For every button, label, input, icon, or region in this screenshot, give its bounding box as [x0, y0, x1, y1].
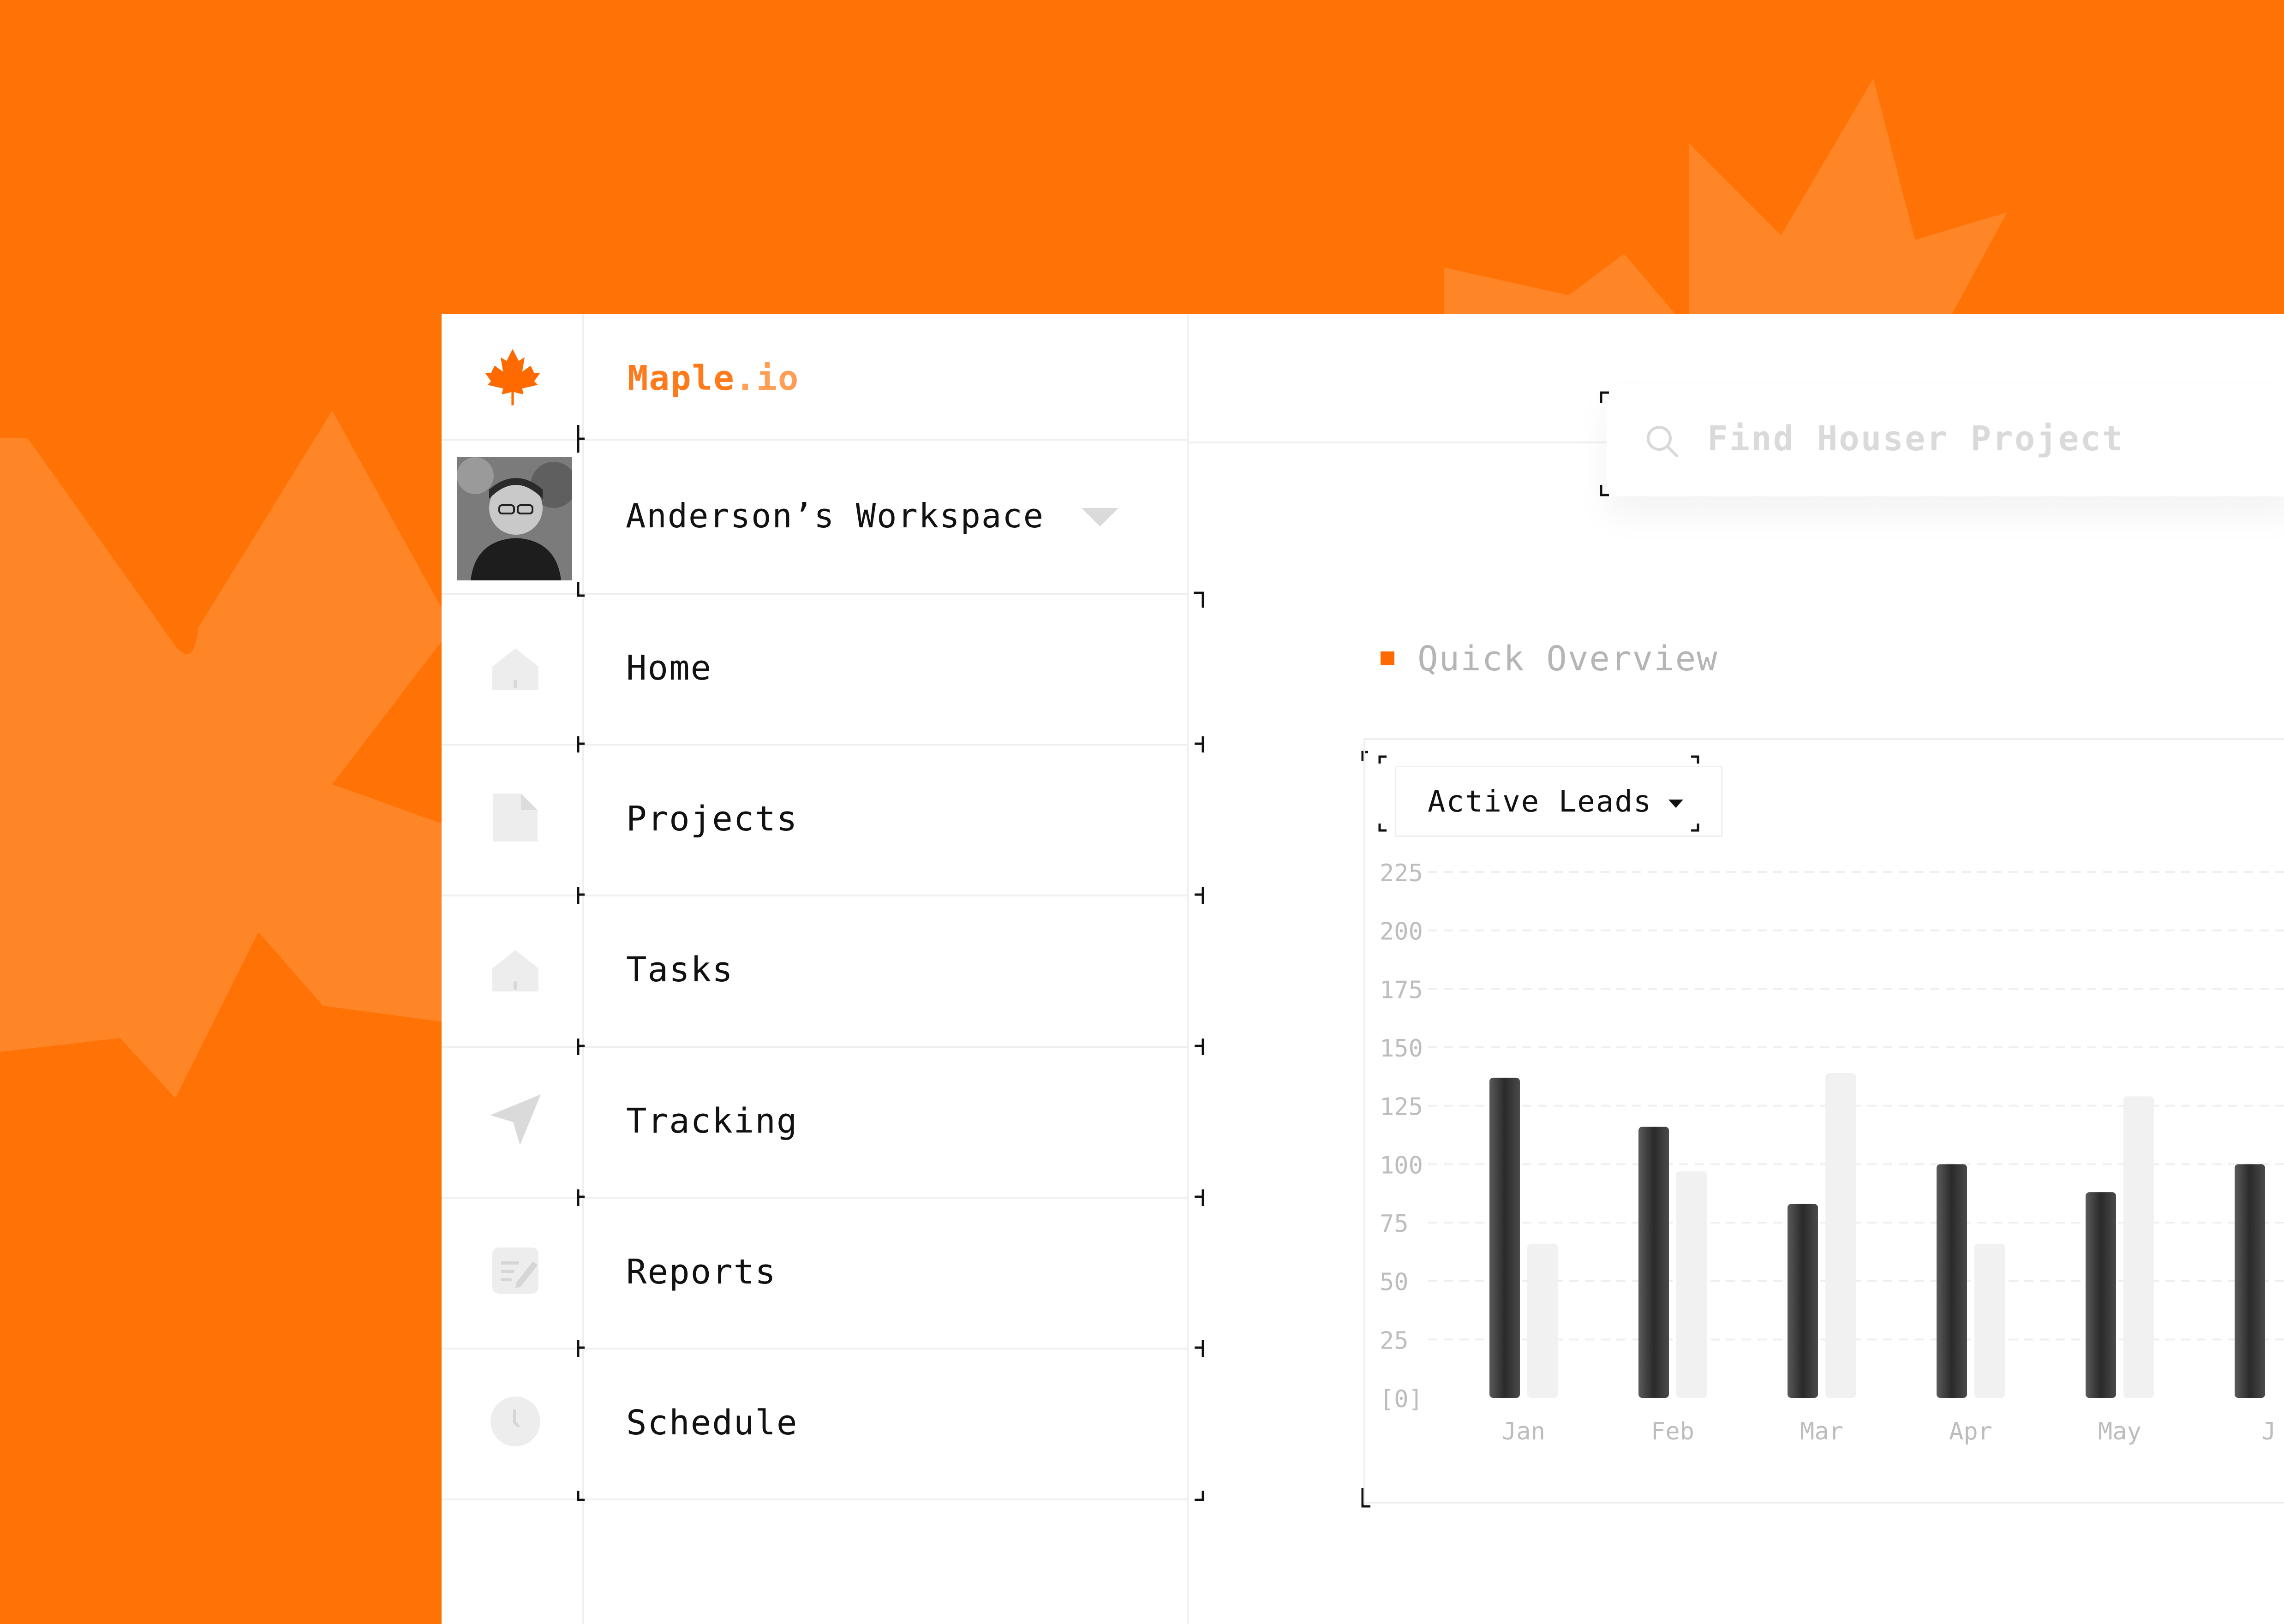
y-tick-label: [0]	[1380, 1385, 1423, 1413]
search-bar[interactable]: Find Houser Project	[1607, 386, 2284, 496]
x-tick-label: May	[2098, 1418, 2141, 1445]
section-title: Quick Overview	[1417, 639, 1718, 679]
y-tick-label: 125	[1380, 1093, 1423, 1121]
y-tick-label: 50	[1380, 1269, 1409, 1296]
maple-leaf-background-icon	[0, 411, 461, 1098]
y-tick-label: 200	[1380, 918, 1423, 946]
bar-dark	[1937, 1164, 1967, 1398]
search-corner-markers	[1600, 391, 1609, 496]
y-tick-label: 150	[1380, 1035, 1423, 1063]
bar-dark	[2235, 1164, 2265, 1398]
x-tick-label: Mar	[1800, 1418, 1843, 1445]
search-input[interactable]: Find Houser Project	[1707, 419, 2124, 459]
active-leads-chart: [0] 25 50 75 100 125 150 175 200 225 Jan Feb Mar Apr…	[1380, 860, 2284, 1445]
bar-light	[1974, 1243, 2005, 1398]
search-icon	[1647, 426, 1678, 457]
y-tick-label: 100	[1380, 1152, 1423, 1179]
bar-dark	[2086, 1192, 2116, 1398]
x-tick-label: Jan	[1502, 1418, 1545, 1445]
bar-dark	[1489, 1077, 1520, 1398]
x-tick-label: Feb	[1651, 1418, 1694, 1445]
bar-light	[1825, 1073, 1856, 1398]
y-tick-label: 25	[1380, 1327, 1409, 1355]
bar-dark	[1788, 1204, 1818, 1398]
bar-light	[1527, 1243, 1558, 1398]
x-tick-label: Apr	[1949, 1418, 1992, 1445]
x-tick-label: J	[2261, 1418, 2276, 1445]
y-tick-label: 75	[1380, 1210, 1409, 1238]
y-tick-label: 175	[1380, 976, 1423, 1004]
bar-dark	[1638, 1127, 1669, 1398]
bar-light	[1676, 1171, 1707, 1398]
bar-light	[2123, 1096, 2154, 1398]
chart-corner-markers	[1361, 751, 1699, 832]
y-tick-label: 225	[1380, 860, 1423, 887]
maple-leaf-background-icon	[1444, 78, 2007, 323]
row-corner-markers	[577, 425, 1204, 1501]
section-marker	[1381, 651, 1394, 665]
